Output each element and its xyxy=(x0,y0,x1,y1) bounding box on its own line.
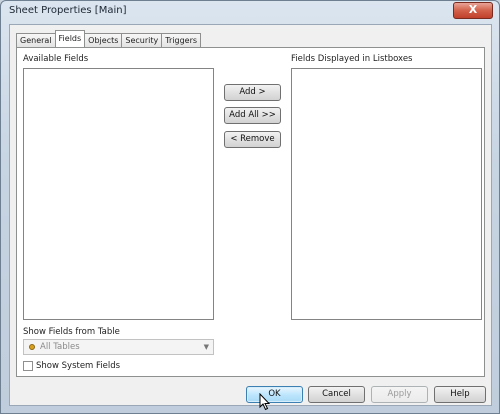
available-fields-label: Available Fields xyxy=(23,54,89,64)
add-all-button[interactable]: Add All >> xyxy=(224,107,281,124)
displayed-fields-label: Fields Displayed in Listboxes xyxy=(291,54,413,64)
table-dot-icon xyxy=(29,344,35,350)
title-bar[interactable]: Sheet Properties [Main] X xyxy=(1,1,499,23)
help-button[interactable]: Help xyxy=(434,386,486,403)
ok-button[interactable]: OK xyxy=(246,386,303,403)
tab-fields[interactable]: Fields xyxy=(54,30,86,47)
close-button[interactable]: X xyxy=(453,2,493,19)
tab-triggers[interactable]: Triggers xyxy=(161,33,202,47)
available-fields-list[interactable] xyxy=(23,68,214,320)
tab-objects[interactable]: Objects xyxy=(84,33,123,47)
cancel-button[interactable]: Cancel xyxy=(308,386,365,403)
show-system-fields-checkbox[interactable] xyxy=(23,361,33,371)
tab-general[interactable]: General xyxy=(16,33,56,47)
displayed-fields-list[interactable] xyxy=(291,68,482,320)
mouse-pointer-icon xyxy=(259,393,271,411)
tab-security[interactable]: Security xyxy=(121,33,163,47)
dialog-client-area: General Fields Objects Security Triggers… xyxy=(9,24,492,406)
show-fields-from-table-label: Show Fields from Table xyxy=(23,327,120,337)
table-select[interactable]: All Tables ▼ xyxy=(23,339,214,355)
fields-tab-panel: Available Fields Add > Add All >> < Remo… xyxy=(16,47,485,377)
remove-button[interactable]: < Remove xyxy=(224,131,281,148)
close-icon: X xyxy=(468,3,478,16)
window-title: Sheet Properties [Main] xyxy=(9,5,127,16)
chevron-down-icon: ▼ xyxy=(203,343,209,351)
table-select-value: All Tables xyxy=(40,342,80,352)
apply-button[interactable]: Apply xyxy=(371,386,428,403)
show-system-fields-label[interactable]: Show System Fields xyxy=(36,361,120,371)
add-button[interactable]: Add > xyxy=(224,84,281,101)
dialog-window: Sheet Properties [Main] X General Fields… xyxy=(0,0,500,414)
tab-strip: General Fields Objects Security Triggers xyxy=(16,30,202,47)
